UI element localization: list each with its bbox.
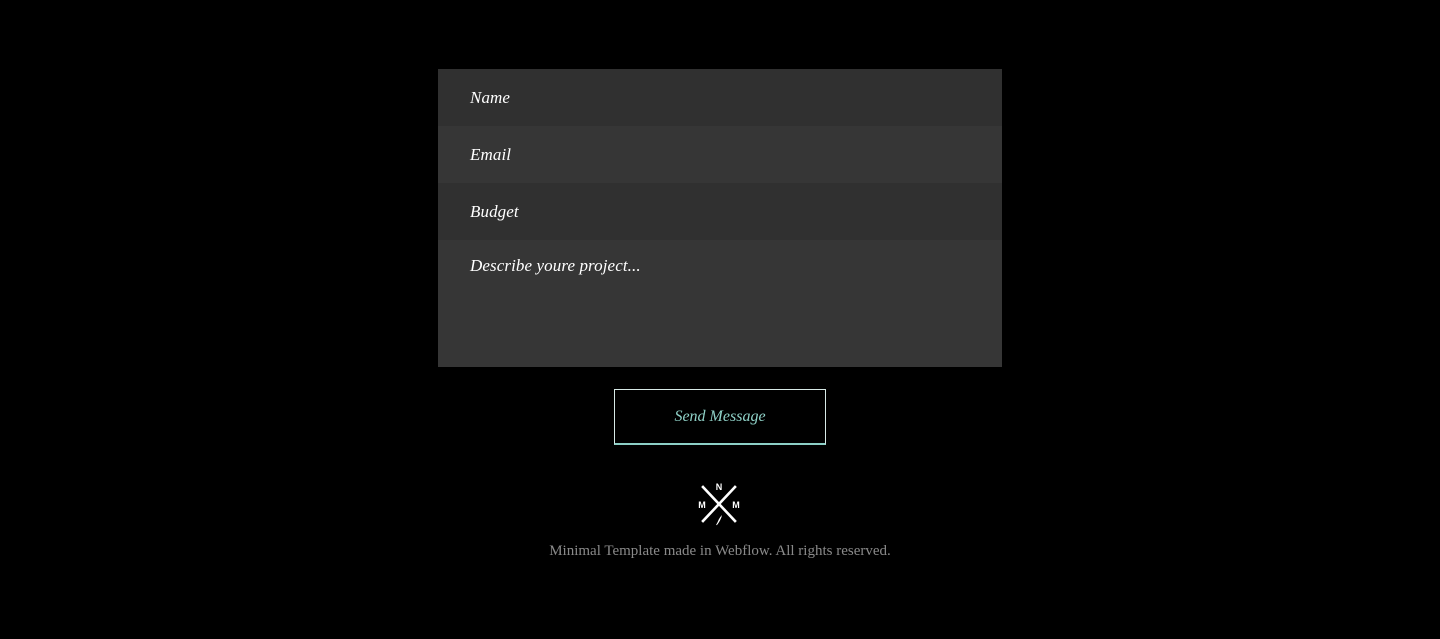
send-message-button-label: Send Message [674,407,766,425]
name-field-placeholder: Name [470,87,511,107]
email-field-placeholder: Email [470,144,512,164]
message-textarea[interactable]: Describe youre project... [438,240,1002,367]
logo-letter-top: N [716,482,723,492]
budget-field[interactable]: Budget [438,183,1002,240]
name-field[interactable]: Name [438,69,1002,126]
send-message-button[interactable]: Send Message [614,389,826,445]
contact-form: Name Email Budget Describe youre project… [438,69,1002,367]
message-textarea-placeholder: Describe youre project... [470,256,641,275]
logo-letter-right: M [732,500,740,510]
email-field[interactable]: Email [438,126,1002,183]
budget-field-placeholder: Budget [470,201,519,221]
footer-copyright: Minimal Template made in Webflow. All ri… [549,543,891,559]
crossed-arrows-monogram-icon: N M M [698,482,740,526]
logo-letter-left: M [698,500,706,510]
logo: N M M [697,481,741,527]
